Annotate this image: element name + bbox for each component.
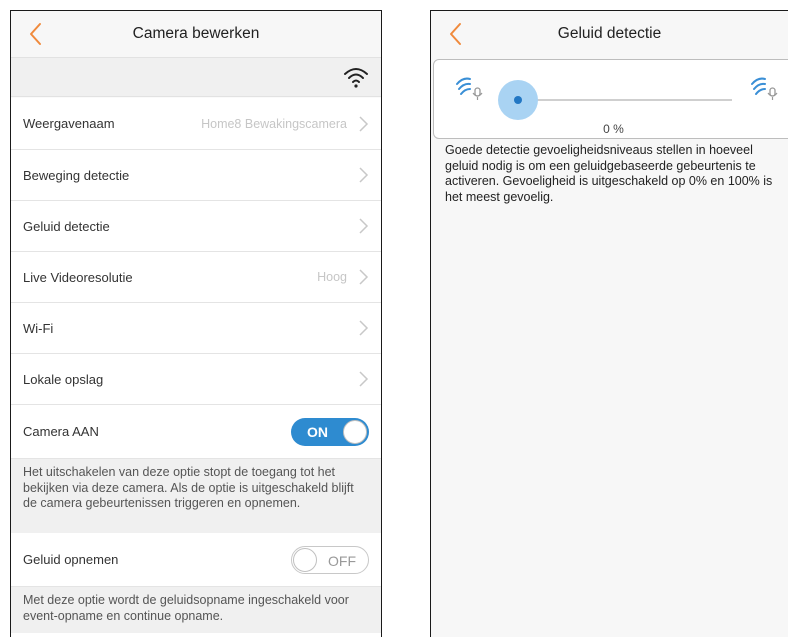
row-motion-detection[interactable]: Beweging detectie: [11, 150, 381, 201]
row-display-name[interactable]: Weergavenaam Home8 Bewakingscamera: [11, 98, 381, 150]
back-chevron-icon[interactable]: [25, 20, 47, 48]
camera-on-toggle[interactable]: ON: [291, 417, 369, 446]
slider-thumb[interactable]: [498, 80, 538, 120]
sensitivity-description: Goede detectie gevoeligheidsniveaus stel…: [445, 143, 773, 204]
toggle-label: ON: [307, 423, 328, 440]
row-sound-recording: Geluid opnemen OFF: [11, 533, 381, 587]
chevron-right-icon: [359, 320, 369, 336]
sound-recording-toggle[interactable]: OFF: [291, 545, 369, 574]
chevron-right-icon: [359, 115, 369, 132]
row-value: Home8 Bewakingscamera: [201, 116, 347, 131]
row-sound-detection[interactable]: Geluid detectie: [11, 201, 381, 252]
row-next-partial: [11, 633, 381, 637]
chevron-right-icon: [359, 167, 369, 183]
chevron-right-icon: [359, 269, 369, 285]
camera-on-note: Het uitschakelen van deze optie stopt de…: [11, 459, 381, 533]
row-label: Wi-Fi: [23, 320, 54, 336]
row-local-storage[interactable]: Lokale opslag: [11, 354, 381, 405]
sound-recording-note: Met deze optie wordt de geluidsopname in…: [11, 587, 381, 633]
chevron-right-icon: [359, 371, 369, 387]
row-label: Geluid opnemen: [23, 552, 119, 567]
row-wifi[interactable]: Wi-Fi: [11, 303, 381, 354]
row-live-video-resolution[interactable]: Live Videoresolutie Hoog: [11, 252, 381, 303]
row-value: Hoog: [317, 270, 347, 284]
wifi-icon: [344, 68, 368, 88]
row-camera-on: Camera AAN ON: [11, 405, 381, 459]
sound-mic-high-icon: [751, 77, 778, 100]
header: Geluid detectie: [431, 11, 788, 57]
sound-detection-screen: Geluid detectie 0 % Goede detectie gevoe…: [430, 10, 788, 637]
page-title: Geluid detectie: [557, 25, 662, 42]
sensitivity-slider-card: 0 %: [433, 59, 788, 139]
toggle-knob: [343, 419, 367, 444]
toggle-label: OFF: [328, 552, 356, 569]
row-label: Live Videoresolutie: [23, 269, 133, 285]
camera-edit-screen: Camera bewerken Weergavenaam Home8 Bewak…: [10, 10, 382, 637]
toggle-knob: [293, 547, 317, 572]
row-label: Lokale opslag: [23, 371, 104, 387]
slider-value-label: 0 %: [603, 122, 624, 136]
chevron-right-icon: [359, 218, 369, 234]
row-label: Camera AAN: [23, 424, 99, 439]
row-label: Beweging detectie: [23, 167, 130, 183]
status-bar: [11, 57, 381, 97]
header: Camera bewerken: [11, 11, 381, 57]
sound-mic-low-icon: [456, 77, 483, 100]
back-chevron-icon[interactable]: [445, 20, 467, 48]
row-label: Geluid detectie: [23, 218, 110, 234]
row-label: Weergavenaam: [23, 116, 115, 131]
page-title: Camera bewerken: [132, 25, 260, 42]
